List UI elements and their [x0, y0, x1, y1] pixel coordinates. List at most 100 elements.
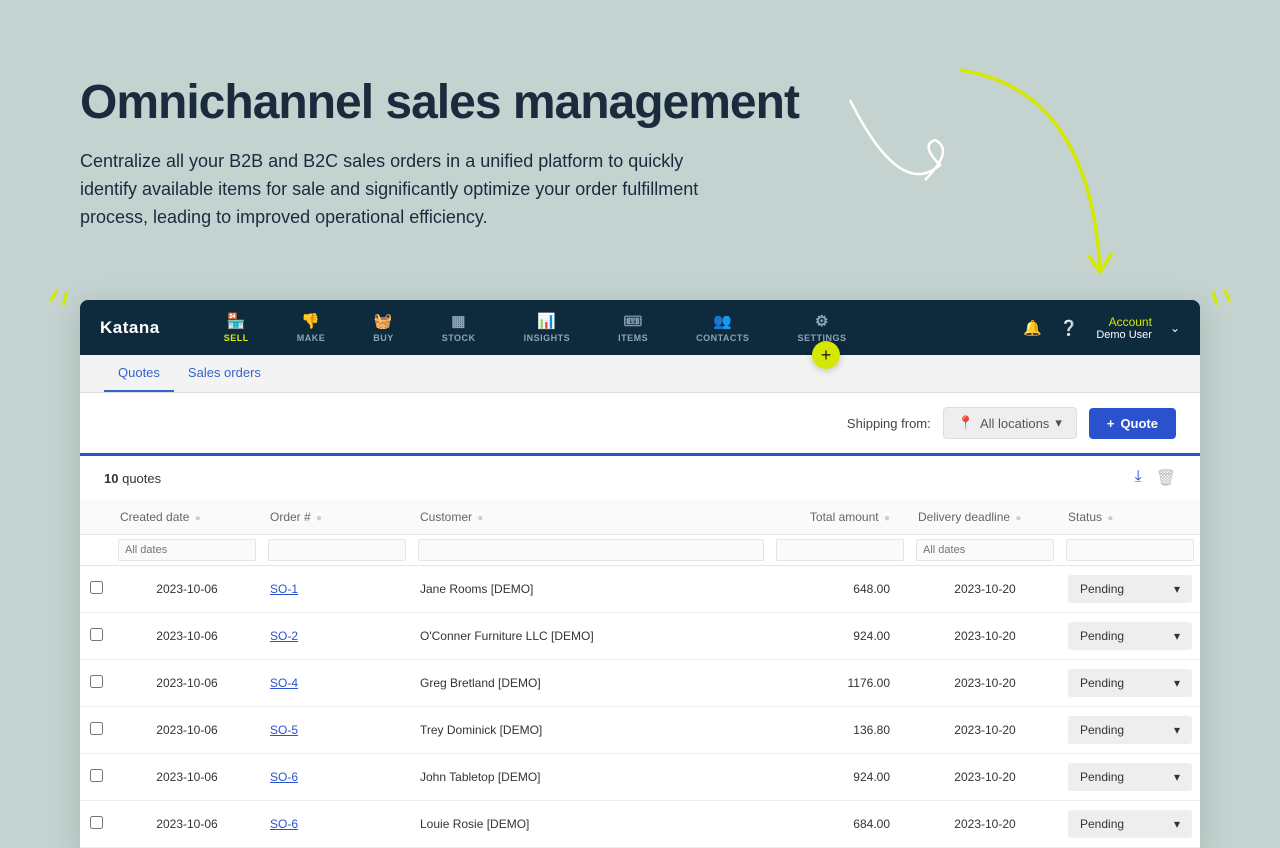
pin-icon: 📍 — [958, 415, 974, 431]
cell-date: 2023-10-06 — [112, 660, 262, 707]
caret-down-icon: ▾ — [1174, 676, 1180, 690]
filter-amount[interactable] — [776, 539, 904, 561]
account-menu[interactable]: Account Demo User — [1096, 315, 1152, 341]
row-checkbox[interactable] — [90, 769, 103, 782]
order-link[interactable]: SO-6 — [270, 817, 298, 831]
status-select[interactable]: Pending▾ — [1068, 622, 1192, 650]
cell-deadline: 2023-10-20 — [910, 660, 1060, 707]
row-checkbox[interactable] — [90, 722, 103, 735]
chevron-down-icon[interactable]: ⌄ — [1170, 321, 1180, 335]
contacts-icon: 👥 — [713, 312, 732, 330]
status-select[interactable]: Pending▾ — [1068, 575, 1192, 603]
filter-status[interactable] — [1066, 539, 1194, 561]
help-icon: ● — [1107, 513, 1113, 524]
help-icon: ● — [1015, 513, 1021, 524]
cell-customer: John Tabletop [DEMO] — [412, 754, 770, 801]
table-row: 2023-10-06 SO-6 John Tabletop [DEMO]924.00… — [80, 754, 1200, 801]
stock-icon: ▦ — [451, 312, 466, 330]
tab-quotes[interactable]: Quotes — [104, 355, 174, 392]
help-icon: ● — [884, 513, 890, 524]
tab-sales-orders[interactable]: Sales orders — [174, 355, 275, 392]
table-row: 2023-10-06 SO-4 Greg Bretland [DEMO]1176.0… — [80, 660, 1200, 707]
col-total[interactable]: Total amount ● — [770, 500, 910, 535]
app-window: Katana 🏪SELL👎MAKE 🧺 BUY ▦ STOCK 📊INSIGHTS 🎟 ITE… — [80, 300, 1200, 848]
filter-created-date[interactable] — [118, 539, 256, 561]
caret-down-icon: ▾ — [1174, 817, 1180, 831]
cell-deadline: 2023-10-20 — [910, 707, 1060, 754]
hero-subtitle: Centralize all your B2B and B2C sales or… — [80, 148, 720, 232]
items-icon: 🎟 — [623, 312, 643, 330]
nav-label: ITEMS — [618, 333, 648, 343]
cell-amount: 924.00 — [770, 613, 910, 660]
buy-icon: 🧺 — [374, 312, 393, 330]
nav-contacts[interactable]: 👥CONTACTS — [672, 304, 773, 351]
nav-sell[interactable]: 🏪SELL — [200, 304, 273, 351]
row-checkbox[interactable] — [90, 675, 103, 688]
sell-icon: 🏪 — [227, 312, 246, 330]
row-checkbox[interactable] — [90, 628, 103, 641]
cell-amount: 684.00 — [770, 801, 910, 848]
shipping-label: Shipping from: — [847, 416, 931, 431]
row-checkbox[interactable] — [90, 816, 103, 829]
nav-insights[interactable]: 📊INSIGHTS — [500, 304, 595, 351]
caret-down-icon: ▾ — [1174, 629, 1180, 643]
cell-amount: 136.80 — [770, 707, 910, 754]
top-nav: Katana 🏪SELL👎MAKE 🧺 BUY ▦ STOCK 📊INSIGHTS 🎟 ITE… — [80, 300, 1200, 355]
order-link[interactable]: SO-4 — [270, 676, 298, 690]
help-icon: ● — [195, 513, 201, 524]
help-icon: ● — [316, 513, 322, 524]
status-select[interactable]: Pending▾ — [1068, 810, 1192, 838]
table-row: 2023-10-06SO-6Louie Rosie [DEMO]684.0020… — [80, 801, 1200, 848]
cell-customer: Greg Bretland [DEMO] — [412, 660, 770, 707]
filter-order[interactable] — [268, 539, 406, 561]
quotes-table: Created date ● Order # ● Customer ● Tota… — [80, 500, 1200, 848]
filter-deadline[interactable] — [916, 539, 1054, 561]
status-select[interactable]: Pending▾ — [1068, 763, 1192, 791]
row-count: 10 quotes — [104, 471, 161, 486]
cell-deadline: 2023-10-20 — [910, 754, 1060, 801]
hero-title: Omnichannel sales management — [80, 75, 1200, 130]
order-link[interactable]: SO-1 — [270, 582, 298, 596]
table-row: 2023-10-06SO-1Jane Rooms [DEMO]648.00202… — [80, 566, 1200, 613]
download-icon[interactable]: ⤓ — [1135, 468, 1142, 488]
col-order[interactable]: Order # ● — [262, 500, 412, 535]
nav-buy[interactable]: 🧺 BUY — [349, 304, 418, 351]
nav-make[interactable]: 👎MAKE — [273, 304, 350, 351]
nav-label: STOCK — [442, 333, 476, 343]
cell-date: 2023-10-06 — [112, 754, 262, 801]
caret-down-icon: ▾ — [1055, 415, 1062, 431]
row-checkbox[interactable] — [90, 581, 103, 594]
caret-down-icon: ▾ — [1174, 770, 1180, 784]
cell-customer: Jane Rooms [DEMO] — [412, 566, 770, 613]
nav-label: BUY — [373, 333, 394, 343]
order-link[interactable]: SO-5 — [270, 723, 298, 737]
tabs: QuotesSales orders — [80, 355, 1200, 393]
bell-icon[interactable]: 🔔 — [1023, 319, 1042, 337]
order-link[interactable]: SO-2 — [270, 629, 298, 643]
add-button[interactable]: + — [812, 341, 840, 369]
trash-icon[interactable]: 🗑 — [1156, 468, 1176, 488]
cell-customer: Trey Dominick [DEMO] — [412, 707, 770, 754]
col-created-date[interactable]: Created date ● — [112, 500, 262, 535]
logo: Katana — [100, 318, 160, 338]
quote-button[interactable]: + Quote — [1089, 408, 1176, 439]
cell-customer: Louie Rosie [DEMO] — [412, 801, 770, 848]
cell-date: 2023-10-06 — [112, 613, 262, 660]
nav-items[interactable]: 🎟 ITEMS — [594, 304, 672, 351]
col-deadline[interactable]: Delivery deadline ● — [910, 500, 1060, 535]
settings-icon: ⚙ — [815, 312, 829, 330]
account-user: Demo User — [1096, 329, 1152, 341]
location-selector[interactable]: 📍 All locations ▾ — [943, 407, 1077, 439]
status-select[interactable]: Pending▾ — [1068, 716, 1192, 744]
cell-amount: 1176.00 — [770, 660, 910, 707]
status-select[interactable]: Pending▾ — [1068, 669, 1192, 697]
filter-customer[interactable] — [418, 539, 764, 561]
help-icon[interactable]: ❔ — [1060, 319, 1079, 337]
make-icon: 👎 — [301, 312, 320, 330]
col-status[interactable]: Status ● — [1060, 500, 1200, 535]
nav-stock[interactable]: ▦ STOCK — [418, 304, 500, 351]
cell-amount: 924.00 — [770, 754, 910, 801]
col-customer[interactable]: Customer ● — [412, 500, 770, 535]
toolbar: Shipping from: 📍 All locations ▾ + Quote — [80, 393, 1200, 453]
order-link[interactable]: SO-6 — [270, 770, 298, 784]
